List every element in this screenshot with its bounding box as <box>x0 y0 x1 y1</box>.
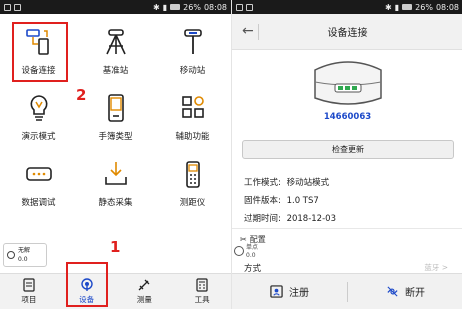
grid-item-data-debug[interactable]: 数据调试 <box>0 154 77 216</box>
solution-status-widget[interactable]: 无解 0.0 <box>3 243 47 267</box>
unlink-icon <box>387 286 398 297</box>
status-bar: ✱ ▮ 26% 08:08 <box>0 0 231 14</box>
download-tray-icon <box>104 162 127 185</box>
grid-item-rover-station[interactable]: 移动站 <box>154 22 231 84</box>
radio-circle-icon <box>7 251 15 259</box>
bottom-tab-bar: 项目 设备 测量 工具 <box>0 273 231 309</box>
status-gear-icon <box>234 246 244 256</box>
page-title: 设备连接 <box>327 28 368 39</box>
device-serial-number: 14660063 <box>323 112 372 122</box>
wrench-icon: ✂ <box>240 235 247 244</box>
battery-percent: 26% <box>415 2 433 12</box>
tools-icon <box>196 278 208 292</box>
disconnect-label: 断开 <box>405 288 425 299</box>
solution-status-text: 无解 <box>18 247 31 254</box>
grid-item-base-station[interactable]: 基准站 <box>77 22 154 84</box>
expiry-value: 2018-12-03 <box>286 214 336 224</box>
back-arrow-icon[interactable]: ← <box>242 23 254 39</box>
battery-icon <box>402 4 413 10</box>
work-mode-row: 工作模式: 移动站模式 <box>244 176 329 188</box>
status-right: ✱ ▮ 26% 08:08 <box>153 3 227 12</box>
status-right: ✱ ▮ 26% 08:08 <box>385 3 459 12</box>
tab-project[interactable]: 项目 <box>0 274 58 309</box>
highlight-device-connect <box>12 22 68 82</box>
battery-percent: 26% <box>183 2 201 12</box>
work-mode-key: 工作模式: <box>244 178 281 188</box>
right-screen: ✱ ▮ 26% 08:08 ← 设备连接 14660063 检查更新 工作模式:… <box>231 0 462 309</box>
expiry-row: 过期时间: 2018-12-03 <box>244 212 336 224</box>
annotation-2: 2 <box>76 86 87 104</box>
check-update-button[interactable]: 检查更新 <box>242 140 454 159</box>
page-header: ← 设备连接 <box>232 14 462 50</box>
action-bar: 注册 断开 <box>232 273 462 309</box>
bluetooth-icon: ✱ <box>385 2 392 12</box>
left-screen: ✱ ▮ 26% 08:08 设备连接 基准站 移动站 演示模式 手簿类型 辅助功… <box>0 0 231 309</box>
tab-tools[interactable]: 工具 <box>173 274 231 309</box>
grid-item-aux-functions[interactable]: 辅助功能 <box>154 88 231 150</box>
gnss-receiver-image <box>314 61 382 105</box>
annotation-1: 1 <box>110 238 121 256</box>
tab-label: 项目 <box>21 295 37 304</box>
header-divider <box>258 24 259 40</box>
handheld-icon <box>107 94 124 122</box>
grid-item-label: 数据调试 <box>21 198 56 208</box>
grid-item-demo-mode[interactable]: 演示模式 <box>0 88 77 150</box>
highlight-device-tab <box>66 262 108 307</box>
battery-icon <box>170 4 181 10</box>
register-button[interactable]: 注册 <box>232 284 347 299</box>
clock: 08:08 <box>435 2 459 12</box>
grid-item-label: 测距仪 <box>179 198 206 208</box>
grid-item-handheld-type[interactable]: 手簿类型 <box>77 88 154 150</box>
status-bar: ✱ ▮ 26% 08:08 <box>232 0 462 14</box>
divider <box>232 228 462 229</box>
firmware-key: 固件版本: <box>244 196 281 206</box>
firmware-value: 1.0 TS7 <box>286 196 319 206</box>
status-notification-icons <box>236 3 253 11</box>
firmware-row: 固件版本: 1.0 TS7 <box>244 194 319 206</box>
work-mode-value: 移动站模式 <box>286 178 330 188</box>
signal-icon: ▮ <box>162 2 168 12</box>
disconnect-button[interactable]: 断开 <box>348 284 462 299</box>
grid-item-label: 辅助功能 <box>175 132 210 142</box>
expiry-key: 过期时间: <box>244 214 281 224</box>
bluetooth-icon: ✱ <box>153 2 160 12</box>
grid-item-label: 基准站 <box>102 66 129 76</box>
connection-mode-value[interactable]: 蓝牙 > <box>424 262 448 273</box>
clock: 08:08 <box>203 2 227 12</box>
tab-label: 测量 <box>136 295 152 304</box>
debug-icon <box>25 167 52 181</box>
grid-item-static-collect[interactable]: 静态采集 <box>77 154 154 216</box>
register-icon <box>270 285 283 298</box>
solution-status-value: 0.0 <box>18 256 28 263</box>
rover-station-icon <box>183 29 202 54</box>
grid-item-label: 演示模式 <box>21 132 56 142</box>
grid-item-rangefinder[interactable]: 测距仪 <box>154 154 231 216</box>
measure-icon <box>138 279 150 291</box>
register-label: 注册 <box>289 288 309 299</box>
tab-label: 工具 <box>194 295 210 304</box>
grid-item-label: 手簿类型 <box>98 132 133 142</box>
base-station-icon <box>105 29 126 55</box>
grid-item-label: 移动站 <box>179 66 206 76</box>
tab-measure[interactable]: 测量 <box>116 274 174 309</box>
status-notification-icons <box>4 3 21 11</box>
signal-icon: ▮ <box>394 2 400 12</box>
grid-item-label: 静态采集 <box>98 198 133 208</box>
lightbulb-icon <box>29 95 48 121</box>
project-icon <box>23 278 35 292</box>
rangefinder-icon <box>185 161 200 188</box>
grid-apps-icon <box>181 96 204 118</box>
